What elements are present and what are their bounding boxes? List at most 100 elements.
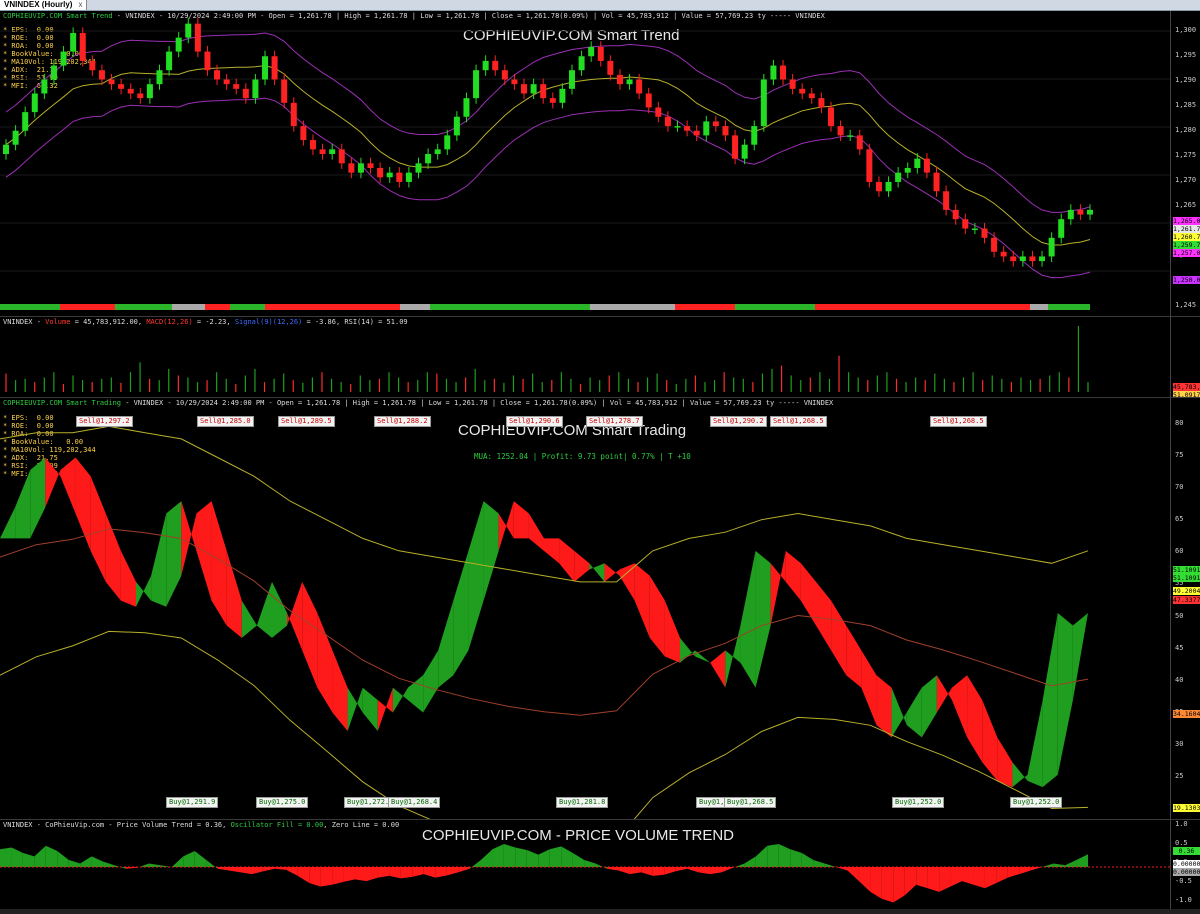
candle-body xyxy=(242,88,249,99)
candle-body xyxy=(348,163,355,173)
candle-body xyxy=(693,130,700,136)
trend-strip-segment xyxy=(60,304,115,310)
candle-body xyxy=(664,116,671,127)
pvt-fill xyxy=(355,867,367,882)
axis-tick-label: -1.0 xyxy=(1175,896,1192,904)
axis-tick-label: 45 xyxy=(1175,643,1184,652)
oscillator-fill xyxy=(861,650,877,725)
pvt-fill xyxy=(1042,863,1054,867)
pvt-fill xyxy=(240,867,252,875)
candle-body xyxy=(827,107,834,127)
candle-body xyxy=(981,228,988,238)
candle-body xyxy=(281,79,288,103)
oscillator-fill xyxy=(226,550,242,638)
candle-body xyxy=(118,84,125,89)
oscillator-chart[interactable] xyxy=(0,398,1170,819)
candle-body xyxy=(204,51,211,71)
candle-body xyxy=(175,37,182,52)
oscillator-fill xyxy=(60,457,76,514)
candle-body xyxy=(31,93,38,113)
smart-trend-pane[interactable]: COPHIEUVIP.COM Smart Trend - VNINDEX - 1… xyxy=(0,11,1170,317)
candle-body xyxy=(444,135,451,150)
volume-chart[interactable] xyxy=(0,317,1170,397)
candle-body xyxy=(952,209,959,220)
sell-signal-label: Sell@1,288.2 xyxy=(374,416,431,427)
pvt-axis: 1.00.50.0-0.5-1.00.360.000000.00000 xyxy=(1170,820,1200,910)
oscillator-fill xyxy=(272,581,288,638)
pvt-fill xyxy=(68,859,81,867)
pvt-fill xyxy=(91,856,104,867)
pvt-fill xyxy=(641,867,653,876)
candle-body xyxy=(895,172,902,182)
tab-vnindex-hourly[interactable]: VNINDEX (Hourly) x xyxy=(0,0,88,10)
smart-trading-pane[interactable]: COPHIEUVIP.COM Smart Trading - VNINDEX -… xyxy=(0,398,1170,820)
pvt-fill xyxy=(927,867,940,892)
volume-pane[interactable]: VNINDEX - Volume = 45,783,912.00, MACD(1… xyxy=(0,317,1170,398)
candle-body xyxy=(156,70,163,85)
oscillator-fill xyxy=(936,675,952,713)
candle-body xyxy=(22,112,29,131)
pvt-fill xyxy=(22,852,35,867)
pvt-fill xyxy=(34,845,46,867)
pvt-fill xyxy=(343,867,356,882)
pvt-fill xyxy=(80,856,92,867)
oscillator-fill xyxy=(347,687,363,732)
candlestick-chart[interactable] xyxy=(0,11,1170,316)
candle-body xyxy=(674,126,681,128)
candle-body xyxy=(751,126,758,145)
candle-body xyxy=(137,93,144,99)
oscillator-fill xyxy=(136,575,152,607)
oscillator-fill xyxy=(559,538,575,582)
pvt-fill xyxy=(45,845,58,867)
candle-body xyxy=(837,126,844,136)
trend-strip-segment xyxy=(815,304,1030,310)
candle-body xyxy=(780,65,787,80)
buy-signal-label: Buy@1,275.0 xyxy=(256,797,309,808)
candle-body xyxy=(98,70,105,80)
oscillator-fill xyxy=(483,501,499,601)
candle-body xyxy=(799,88,806,94)
buy-signal-label: Buy@1,252.0 xyxy=(1010,797,1063,808)
pvt-fill xyxy=(251,867,264,875)
oscillator-fill xyxy=(302,581,318,688)
pvt-fill xyxy=(904,867,917,896)
candle-body xyxy=(1010,256,1017,262)
pvt-fill xyxy=(996,867,1008,883)
pvt-fill xyxy=(755,845,768,867)
axis-tick-label: 30 xyxy=(1175,739,1184,748)
pvt-chart[interactable] xyxy=(0,820,1170,909)
oscillator-fill xyxy=(90,476,106,582)
axis-tick-label: 1,270 xyxy=(1175,176,1197,184)
trend-strip-segment xyxy=(1030,304,1048,310)
oscillator-fill xyxy=(876,675,892,738)
pvt-fill xyxy=(469,859,482,869)
candle-body xyxy=(597,46,604,61)
pvt-fill xyxy=(538,849,550,867)
candle-body xyxy=(933,172,940,192)
axis-tick-label: 60 xyxy=(1175,547,1184,556)
candle-body xyxy=(684,126,691,131)
axis-tick-label: 0.5 xyxy=(1175,839,1188,847)
price-tag: 51.1091 xyxy=(1173,566,1200,574)
pvt-fill xyxy=(309,867,321,887)
pvt-fill xyxy=(435,867,447,878)
price-axis: 1,300 1,295 1,290 1,285 1,280 1,275 1,270 1,265… xyxy=(1170,11,1200,317)
axis-tick-label: 1,280 xyxy=(1175,126,1197,134)
axis-tick-label: 1,300 xyxy=(1175,26,1197,34)
pvt-pane[interactable]: VNINDEX - CoPhieuVip.com - Price Volume … xyxy=(0,820,1170,910)
close-icon[interactable]: x xyxy=(78,0,82,9)
price-tag: 1,259.74 xyxy=(1173,241,1200,249)
trend-strip-segment xyxy=(230,304,265,310)
axis-tick-label: 80 xyxy=(1175,419,1184,427)
candle-body xyxy=(434,149,441,155)
oscillator-fill xyxy=(241,600,257,638)
candle-body xyxy=(530,84,537,94)
oscillator-fill xyxy=(256,581,272,638)
pvt-fill xyxy=(721,867,733,873)
horizontal-scrollbar[interactable] xyxy=(0,909,1200,914)
oscillator-fill xyxy=(151,513,167,607)
candle-body xyxy=(636,79,643,94)
pvt-fill xyxy=(824,863,837,867)
pvt-fill xyxy=(229,867,241,873)
oscillator-fill xyxy=(589,563,605,582)
